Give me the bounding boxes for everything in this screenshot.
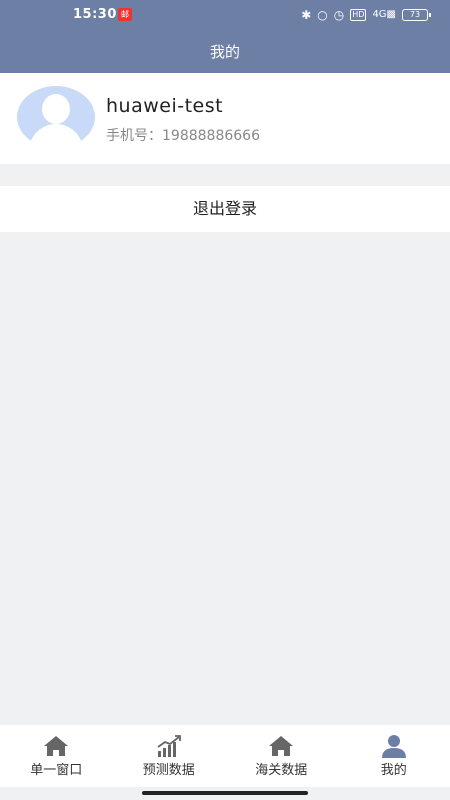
phone-number: 手机号：19888886666 <box>106 128 260 144</box>
alarm-icon: ◷ <box>333 8 345 22</box>
tab-single-window[interactable]: 单一窗口 <box>0 725 113 787</box>
nav-bar: 我的 <box>0 31 450 73</box>
status-time: 15:30 <box>73 7 117 22</box>
tab-bar: 单一窗口 预测数据 海关数据 我的 <box>0 725 450 787</box>
hd-icon: HD <box>350 9 367 21</box>
notification-badge: 邮 <box>118 8 132 21</box>
bluetooth-icon: ✱ <box>301 8 312 22</box>
profile-card: huawei-test 手机号：19888886666 <box>0 73 450 164</box>
battery-icon: 73 <box>402 9 431 21</box>
avatar-body <box>29 124 83 148</box>
status-bar: 15:30 邮 ✱ ○ ◷ HD 4G▩ 73 <box>0 0 450 31</box>
tab-forecast-data[interactable]: 预测数据 <box>113 725 226 787</box>
tab-label: 单一窗口 <box>30 763 83 778</box>
logout-button[interactable]: 退出登录 <box>0 186 450 232</box>
tab-label: 预测数据 <box>142 763 195 778</box>
tab-label: 海关数据 <box>255 763 308 778</box>
username: huawei-test <box>106 95 224 117</box>
home-indicator <box>142 791 308 795</box>
home-icon <box>269 736 294 756</box>
home-icon <box>44 736 69 756</box>
chart-icon <box>157 735 181 757</box>
mute-icon: ○ <box>317 8 328 22</box>
tab-customs-data[interactable]: 海关数据 <box>225 725 338 787</box>
page-title: 我的 <box>209 43 240 61</box>
status-icons: ✱ ○ ◷ HD 4G▩ 73 <box>301 6 431 24</box>
tab-label: 我的 <box>380 763 407 778</box>
avatar <box>17 86 95 148</box>
tab-mine[interactable]: 我的 <box>338 725 450 787</box>
user-icon <box>381 735 406 758</box>
signal-icon: 4G▩ <box>372 9 396 20</box>
avatar-head <box>42 94 70 124</box>
